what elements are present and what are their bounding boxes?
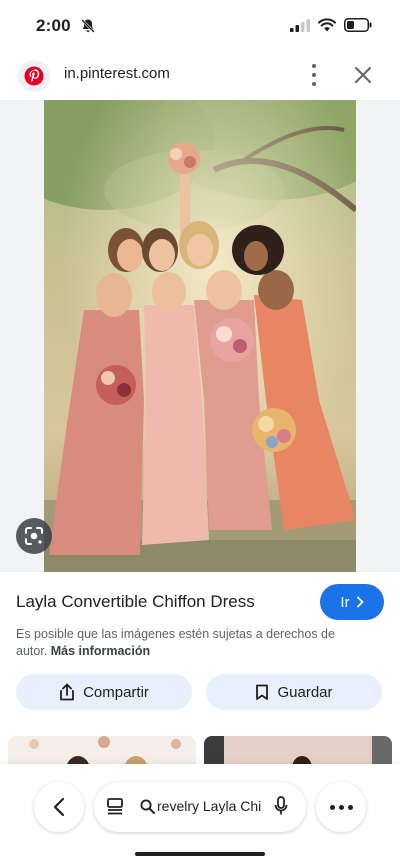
image-viewer <box>0 100 400 572</box>
search-icon <box>140 799 155 814</box>
site-url[interactable]: in.pinterest.com <box>64 65 170 82</box>
search-bar[interactable]: revelry Layla Chi <box>94 782 306 832</box>
status-bar: 2:00 <box>0 0 400 52</box>
save-button[interactable]: Guardar <box>206 674 382 710</box>
address-bar: in.pinterest.com <box>0 52 400 98</box>
back-button[interactable] <box>34 782 84 832</box>
cellular-signal-icon <box>290 18 310 32</box>
search-query[interactable]: revelry Layla Chi <box>157 798 265 814</box>
share-icon <box>60 683 74 701</box>
more-options-icon[interactable] <box>304 64 324 86</box>
share-button-label: Compartir <box>83 683 149 701</box>
status-time: 2:00 <box>36 16 71 35</box>
more-menu-icon[interactable] <box>316 782 366 832</box>
image-title: Layla Convertible Chiffon Dress <box>16 592 255 611</box>
close-icon[interactable] <box>352 64 374 86</box>
google-lens-button[interactable] <box>16 518 52 554</box>
bell-off-icon <box>81 19 95 33</box>
more-info-link[interactable]: Más información <box>51 644 150 658</box>
chevron-right-icon <box>356 596 363 608</box>
visit-button[interactable]: Ir <box>320 584 384 620</box>
google-lens-icon <box>25 527 43 545</box>
wifi-icon <box>318 18 336 32</box>
visit-button-label: Ir <box>340 593 350 611</box>
copyright-notice: Es posible que las imágenes estén sujeta… <box>16 626 346 660</box>
bookmark-icon <box>256 684 269 700</box>
battery-icon <box>344 18 372 32</box>
chevron-left-icon <box>53 797 65 817</box>
bridesmaids-photo[interactable] <box>44 100 356 572</box>
save-button-label: Guardar <box>277 683 333 701</box>
home-indicator <box>135 852 265 856</box>
share-button[interactable]: Compartir <box>16 674 192 710</box>
pinterest-logo-icon[interactable] <box>18 60 50 92</box>
tabs-icon[interactable] <box>106 797 124 815</box>
microphone-icon[interactable] <box>274 796 288 816</box>
